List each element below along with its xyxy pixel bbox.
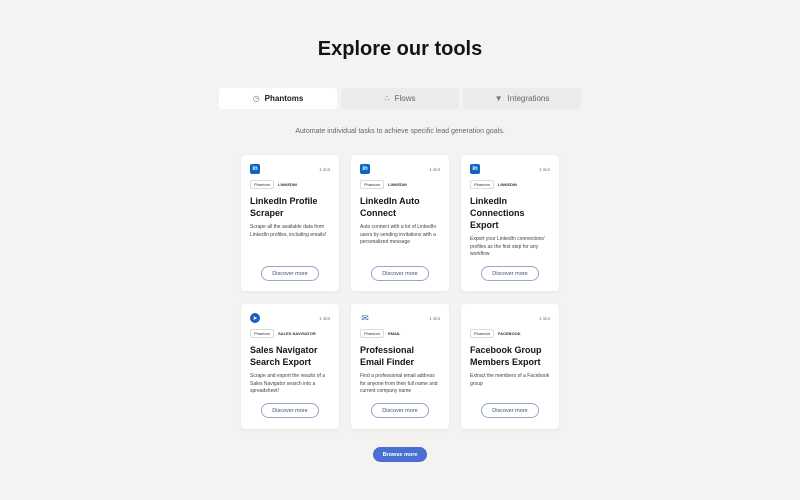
linkedin-logo-icon: in: [250, 164, 260, 174]
slot-count: 1 slot: [319, 166, 330, 172]
discover-more-button[interactable]: Discover more: [371, 266, 429, 281]
tool-card-linkedin-profile-scraper[interactable]: in 1 slot Phantom LINKEDIN LinkedIn Prof…: [241, 155, 339, 291]
tool-card-professional-email-finder[interactable]: ✉ 1 slot Phantom EMAIL Professional Emai…: [351, 304, 449, 429]
tab-label: Flows: [394, 94, 416, 103]
slot-count: 1 slot: [539, 315, 550, 321]
slot-count: 1 slot: [539, 166, 550, 172]
card-title: LinkedIn Connections Export: [470, 196, 525, 230]
tool-card-facebook-group-members-export[interactable]: 1 slot Phantom FACEBOOK Facebook Group M…: [461, 304, 559, 429]
tab-label: Phantoms: [264, 94, 304, 103]
flow-icon: ∴: [384, 93, 390, 103]
card-title: LinkedIn Profile Scraper: [250, 196, 318, 218]
linkedin-logo-icon: in: [470, 164, 480, 174]
tag-phantom: Phantom: [470, 180, 495, 189]
page-title: Explore our tools: [317, 38, 483, 60]
mail-icon: ✉: [361, 312, 369, 323]
slot-count: 1 slot: [319, 315, 330, 321]
card-description: Find a professional email address for an…: [360, 373, 438, 394]
card-description: Scrape and export the results of a Sales…: [250, 373, 326, 394]
tag-platform: LINKEDIN: [498, 182, 517, 187]
tag-phantom: Phantom: [470, 329, 495, 338]
slot-count: 1 slot: [429, 315, 440, 321]
card-description: Extract the members of a Facebook group: [470, 373, 550, 387]
discover-more-button[interactable]: Discover more: [481, 403, 539, 418]
slot-count: 1 slot: [429, 166, 440, 172]
tool-card-linkedin-auto-connect[interactable]: in 1 slot Phantom LINKEDIN LinkedIn Auto…: [351, 155, 449, 291]
card-description: Auto connect with a lot of LinkedIn user…: [360, 224, 437, 245]
tag-phantom: Phantom: [250, 329, 275, 338]
tag-platform: FACEBOOK: [498, 331, 521, 336]
tag-platform: LINKEDIN: [278, 182, 297, 187]
tool-card-sales-navigator-search-export[interactable]: ➤ 1 slot Phantom SALES NAVIGATOR Sales N…: [241, 304, 339, 429]
tab-integrations[interactable]: ▼ Integrations: [463, 88, 581, 109]
discover-more-button[interactable]: Discover more: [481, 266, 539, 281]
tag-platform: SALES NAVIGATOR: [278, 331, 316, 336]
tool-card-linkedin-connections-export[interactable]: in 1 slot Phantom LINKEDIN LinkedIn Conn…: [461, 155, 559, 291]
browse-more-button[interactable]: Browse more: [373, 447, 427, 462]
plug-icon: ▼: [494, 93, 503, 103]
tag-phantom: Phantom: [250, 180, 275, 189]
clock-icon: ◷: [252, 93, 260, 103]
card-title: Facebook Group Members Export: [470, 345, 542, 367]
discover-more-button[interactable]: Discover more: [371, 403, 429, 418]
tab-flows[interactable]: ∴ Flows: [341, 88, 459, 109]
card-description: Scrape all the available data from Linke…: [250, 224, 327, 238]
tab-bar: ◷ Phantoms ∴ Flows ▼ Integrations: [219, 88, 581, 109]
section-subtitle: Automate individual tasks to achieve spe…: [295, 128, 505, 135]
compass-icon: ➤: [250, 313, 260, 323]
facebook-logo-icon: [470, 313, 480, 323]
tab-phantoms[interactable]: ◷ Phantoms: [219, 88, 337, 109]
card-title: LinkedIn Auto Connect: [360, 196, 420, 218]
tag-platform: EMAIL: [388, 331, 401, 336]
card-title: Professional Email Finder: [360, 345, 415, 367]
discover-more-button[interactable]: Discover more: [261, 266, 319, 281]
tab-label: Integrations: [507, 94, 550, 103]
tag-phantom: Phantom: [360, 180, 385, 189]
discover-more-button[interactable]: Discover more: [261, 403, 319, 418]
tag-platform: LINKEDIN: [388, 182, 407, 187]
card-description: Export your LinkedIn connections' profil…: [470, 236, 545, 257]
linkedin-logo-icon: in: [360, 164, 370, 174]
tag-phantom: Phantom: [360, 329, 385, 338]
card-title: Sales Navigator Search Export: [250, 345, 318, 367]
